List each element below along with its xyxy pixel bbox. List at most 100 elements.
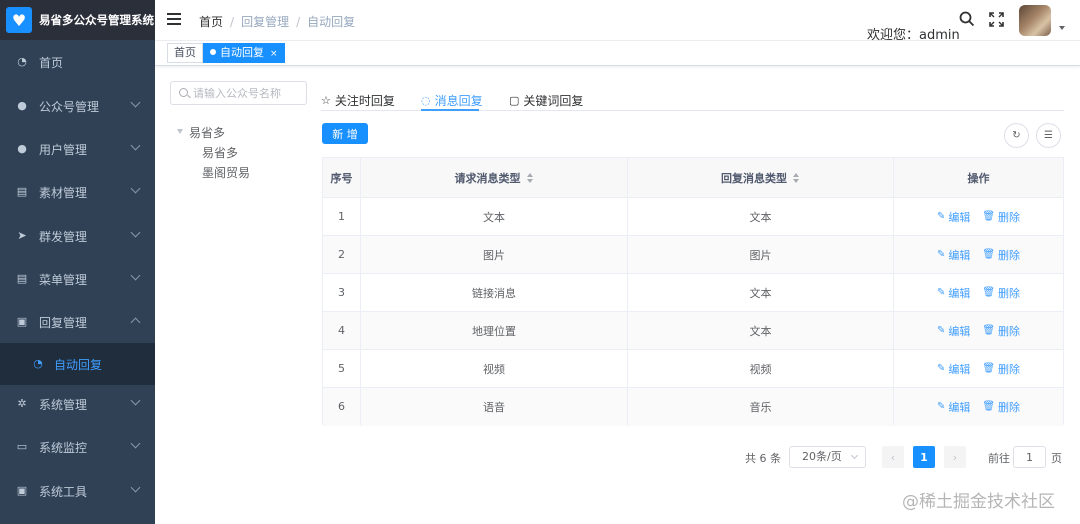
tags-view: 首页 自动回复 × <box>155 41 1080 66</box>
sidebar-item-label: 公众号管理 <box>39 99 100 114</box>
caret-down-icon[interactable] <box>1059 26 1065 30</box>
cell-actions: ✎ 编辑 🗑 删除 <box>894 236 1063 273</box>
sidebar-item-label: 用户管理 <box>39 142 88 157</box>
cell-reply-type: 图片 <box>628 236 894 273</box>
sidebar-item-home[interactable]: ◔ 首页 <box>0 42 155 82</box>
trash-icon: 🗑 <box>982 325 996 336</box>
delete-button[interactable]: 🗑 删除 <box>982 361 1020 377</box>
delete-button[interactable]: 🗑 删除 <box>982 323 1020 339</box>
monitor-icon: ▭ <box>16 440 28 453</box>
header-request-type[interactable]: 请求消息类型 <box>361 158 628 198</box>
tab-label: 关注时回复 <box>334 93 395 108</box>
trash-icon: 🗑 <box>982 211 996 222</box>
cell-reply-type: 音乐 <box>628 388 894 425</box>
sidebar-item-label: 系统监控 <box>39 440 88 455</box>
account-search-input[interactable] <box>193 85 303 101</box>
sidebar-item-label: 群发管理 <box>39 229 88 244</box>
table-row: 5 视频 视频 ✎ 编辑 🗑 删除 <box>323 350 1063 388</box>
edit-icon: ✎ <box>936 363 946 374</box>
cell-index: 3 <box>323 274 361 311</box>
delete-button[interactable]: 🗑 删除 <box>982 285 1020 301</box>
sidebar-item-label: 自动回复 <box>54 357 103 372</box>
active-tab-indicator <box>421 109 479 111</box>
sidebar-item-system[interactable]: ✲ 系统管理 <box>0 384 155 424</box>
app-logo[interactable]: ♥ 易省多公众号管理系统 <box>0 0 155 40</box>
avatar[interactable] <box>1019 5 1051 36</box>
edit-button[interactable]: ✎ 编辑 <box>937 247 970 263</box>
close-icon[interactable]: × <box>270 49 278 59</box>
header-index: 序号 <box>323 158 361 198</box>
breadcrumb-reply-management: 回复管理 <box>241 15 290 29</box>
breadcrumb-auto-reply: 自动回复 <box>307 15 356 29</box>
sidebar-item-auto-reply[interactable]: ◔ 自动回复 <box>0 343 155 385</box>
page-size-select[interactable]: 20条/页 <box>789 446 866 468</box>
tree-node-root[interactable]: 易省多 <box>189 124 225 141</box>
sidebar-item-tools[interactable]: ▣ 系统工具 <box>0 471 155 511</box>
edit-label: 编辑 <box>948 286 971 300</box>
tree-node-child[interactable]: 墨阁贸易 <box>202 164 250 181</box>
account-search-field[interactable] <box>170 81 307 105</box>
chevron-left-icon: ‹ <box>890 450 896 464</box>
tab-subscribe-reply[interactable]: ☆ 关注时回复 <box>321 89 395 111</box>
chevron-down-icon <box>130 140 141 151</box>
sidebar-item-official-accounts[interactable]: ● 公众号管理 <box>0 86 155 126</box>
chevron-down-icon <box>130 395 141 406</box>
edit-label: 编辑 <box>948 400 971 414</box>
header-actions: 操作 <box>894 158 1063 198</box>
fullscreen-icon[interactable] <box>989 12 1004 27</box>
cell-index: 1 <box>323 198 361 235</box>
cell-request-type: 图片 <box>361 236 628 273</box>
sidebar-item-mass-send[interactable]: ➤ 群发管理 <box>0 216 155 256</box>
tree-node-child[interactable]: 易省多 <box>202 144 238 161</box>
sidebar-item-label: 首页 <box>39 55 64 70</box>
tag-home-label: 首页 <box>174 46 196 59</box>
edit-button[interactable]: ✎ 编辑 <box>937 399 970 415</box>
reply-table: 序号 请求消息类型 回复消息类型 操作 1 文本 文本 ✎ 编辑 🗑 删除 2 图片… <box>322 157 1064 426</box>
cell-index: 4 <box>323 312 361 349</box>
sort-icon[interactable] <box>793 172 800 183</box>
edit-button[interactable]: ✎ 编辑 <box>937 285 970 301</box>
tag-home[interactable]: 首页 <box>167 43 203 63</box>
delete-label: 删除 <box>998 248 1021 262</box>
delete-button[interactable]: 🗑 删除 <box>982 247 1020 263</box>
page-number-button[interactable]: 1 <box>913 446 935 468</box>
column-settings-button[interactable]: ☰ <box>1036 123 1061 148</box>
sidebar-item-menus[interactable]: ▤ 菜单管理 <box>0 259 155 299</box>
trash-icon: 🗑 <box>982 363 996 374</box>
chevron-down-icon <box>130 227 141 238</box>
delete-label: 删除 <box>998 286 1021 300</box>
tag-auto-reply[interactable]: 自动回复 × <box>203 43 285 63</box>
edit-button[interactable]: ✎ 编辑 <box>937 361 970 377</box>
sidebar-item-reply[interactable]: ▣ 回复管理 <box>0 302 155 342</box>
hamburger-icon[interactable] <box>167 13 181 25</box>
next-page-button[interactable]: › <box>944 446 966 468</box>
edit-button[interactable]: ✎ 编辑 <box>937 323 970 339</box>
sidebar-item-users[interactable]: ● 用户管理 <box>0 129 155 169</box>
header-reply-type[interactable]: 回复消息类型 <box>628 158 894 198</box>
cell-reply-type: 视频 <box>628 350 894 387</box>
add-button[interactable]: 新 增 <box>322 123 368 144</box>
refresh-button[interactable]: ↻ <box>1004 123 1029 148</box>
delete-label: 删除 <box>998 362 1021 376</box>
tag-auto-reply-label: 自动回复 <box>220 46 264 59</box>
chevron-down-icon <box>850 451 859 460</box>
edit-icon: ✎ <box>936 325 946 336</box>
breadcrumb-home[interactable]: 首页 <box>199 15 223 29</box>
caret-down-icon[interactable] <box>177 129 183 134</box>
trash-icon: 🗑 <box>982 287 996 298</box>
goto-page-input[interactable] <box>1013 446 1046 468</box>
search-icon[interactable] <box>959 11 975 27</box>
sidebar-item-monitor[interactable]: ▭ 系统监控 <box>0 427 155 467</box>
sort-icon[interactable] <box>526 172 534 183</box>
tab-message-reply[interactable]: ◌ 消息回复 <box>421 89 483 111</box>
toolbox-icon: ▣ <box>16 484 28 497</box>
delete-button[interactable]: 🗑 删除 <box>982 209 1020 225</box>
prev-page-button[interactable]: ‹ <box>882 446 904 468</box>
sidebar-item-materials[interactable]: ▤ 素材管理 <box>0 172 155 212</box>
app-title: 易省多公众号管理系统 <box>39 13 154 27</box>
page-size-value: 20条/页 <box>802 450 842 463</box>
delete-button[interactable]: 🗑 删除 <box>982 399 1020 415</box>
tab-keyword-reply[interactable]: ▢ 关键词回复 <box>509 89 583 111</box>
edit-button[interactable]: ✎ 编辑 <box>937 209 970 225</box>
cell-actions: ✎ 编辑 🗑 删除 <box>894 312 1063 349</box>
